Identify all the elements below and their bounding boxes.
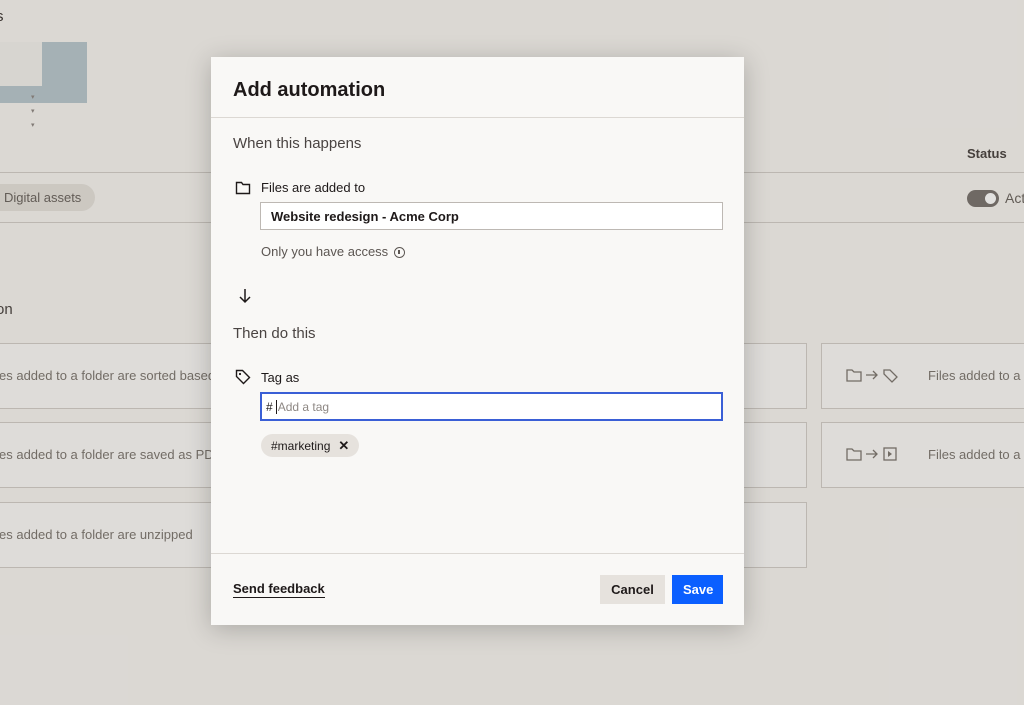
divider: [211, 117, 744, 118]
tag-input-box[interactable]: #: [260, 392, 723, 421]
cancel-button[interactable]: Cancel: [600, 575, 665, 604]
tag-icon: [235, 369, 251, 385]
arrow-down-icon: [238, 288, 252, 308]
folder-input[interactable]: [260, 202, 723, 230]
add-automation-dialog: Add automation When this happens Files a…: [211, 57, 744, 625]
save-button[interactable]: Save: [672, 575, 723, 604]
info-icon[interactable]: [394, 247, 406, 258]
dialog-title: Add automation: [233, 79, 386, 101]
tag-input[interactable]: [277, 399, 717, 414]
when-heading: When this happens: [233, 135, 362, 152]
trigger-label: Files are added to: [261, 180, 366, 195]
divider: [211, 553, 744, 554]
text-caret: [275, 399, 277, 414]
action-label: Tag as: [261, 370, 300, 385]
tag-chip-label: #marketing: [271, 438, 331, 453]
remove-tag-icon[interactable]: ✕: [338, 438, 349, 454]
access-note: Only you have access: [261, 244, 406, 259]
tag-prefix: #: [266, 399, 273, 414]
then-heading: Then do this: [233, 325, 316, 342]
send-feedback-link[interactable]: Send feedback: [233, 581, 325, 598]
folder-icon: [235, 181, 251, 195]
tag-chip: #marketing ✕: [261, 434, 360, 457]
